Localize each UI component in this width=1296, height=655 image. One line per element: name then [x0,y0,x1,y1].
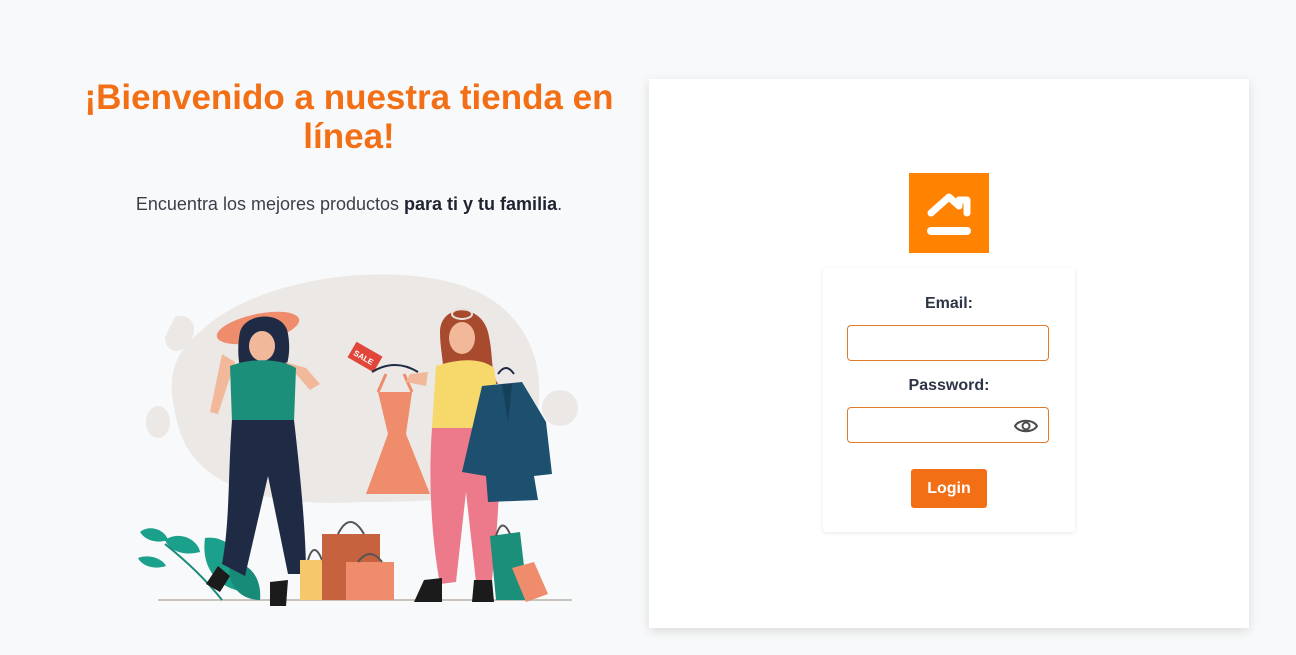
welcome-title: ¡Bienvenido a nuestra tienda en línea! [84,78,614,156]
subtitle-suffix: . [557,194,563,214]
subtitle-bold: para ti y tu familia [404,194,558,214]
password-label: Password: [908,377,990,394]
shopping-bags-right [490,524,548,602]
store-logo [909,173,989,253]
background-dot-small [146,406,170,438]
login-button[interactable]: Login [911,469,987,508]
welcome-subtitle: Encuentra los mejores productos para ti … [60,192,638,216]
subtitle-prefix: Encuentra los mejores productos [135,194,405,214]
login-card: Email: Password: Login [649,79,1249,628]
email-label: Email: [924,295,973,312]
welcome-section: ¡Bienvenido a nuestra tienda en línea! E… [60,78,638,216]
password-field-box [847,407,1049,443]
shopping-illustration: SALE [138,274,578,606]
home-roof-icon [927,193,971,235]
background-dot-right [542,390,578,426]
eye-icon[interactable] [1014,416,1038,436]
shopping-bags-middle [300,521,394,600]
email-field-box [847,325,1049,361]
login-form: Email: Password: Login [823,268,1075,532]
email-field[interactable] [848,326,1048,360]
